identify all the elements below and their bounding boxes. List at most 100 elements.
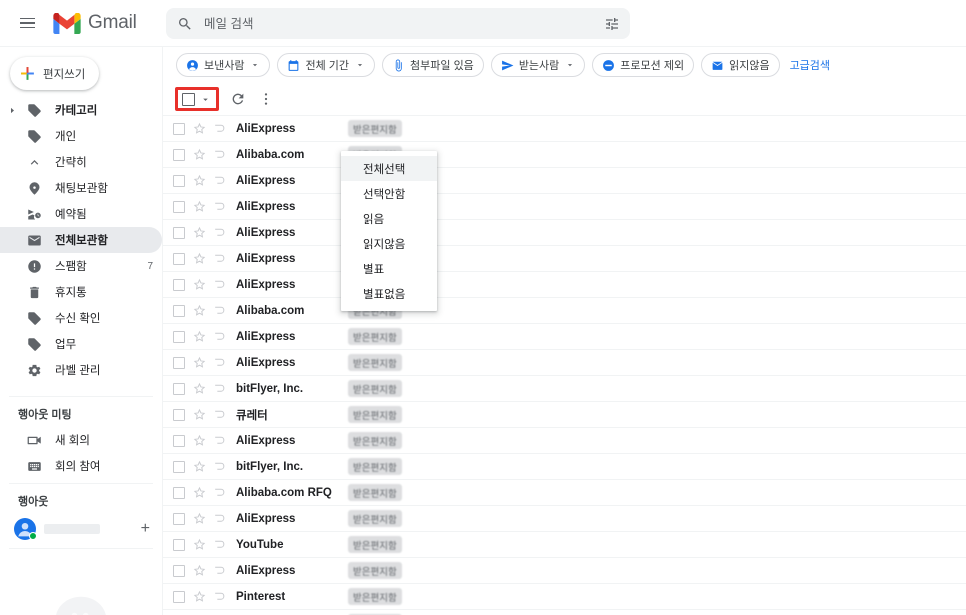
row-checkbox[interactable] (173, 148, 185, 161)
chevron-down-icon[interactable] (200, 94, 211, 105)
star-icon[interactable] (193, 148, 207, 161)
star-icon[interactable] (193, 590, 207, 603)
table-row[interactable]: AliE 받은편지함 (163, 609, 966, 615)
table-row[interactable]: Alibaba.com RFQ 받은편지함 (163, 479, 966, 505)
important-marker-icon[interactable] (213, 408, 227, 421)
avatar[interactable] (14, 518, 37, 540)
table-row[interactable]: AliExpress 받은편지함 (163, 167, 966, 193)
compose-button[interactable]: 편지쓰기 (10, 57, 99, 90)
important-marker-icon[interactable] (213, 278, 227, 291)
important-marker-icon[interactable] (213, 226, 227, 239)
row-checkbox[interactable] (173, 226, 185, 239)
table-row[interactable]: Pinterest 받은편지함 (163, 583, 966, 609)
star-icon[interactable] (193, 122, 207, 135)
row-checkbox[interactable] (173, 278, 185, 291)
star-icon[interactable] (193, 538, 207, 551)
sidebar-item-spam[interactable]: 스팸함 7 (0, 253, 162, 279)
star-icon[interactable] (193, 278, 207, 291)
sidebar-item-trash[interactable]: 휴지통 (0, 279, 162, 305)
row-checkbox[interactable] (173, 434, 185, 447)
star-icon[interactable] (193, 330, 207, 343)
table-row[interactable]: AliExpress 받은편지함 (163, 557, 966, 583)
sidebar-item-work[interactable]: 업무 (0, 331, 162, 357)
important-marker-icon[interactable] (213, 486, 227, 499)
important-marker-icon[interactable] (213, 512, 227, 525)
table-row[interactable]: Alibaba.com 받은편지함 (163, 297, 966, 323)
chip-from[interactable]: 보낸사람 (176, 53, 271, 77)
star-icon[interactable] (193, 382, 207, 395)
star-icon[interactable] (193, 200, 207, 213)
row-checkbox[interactable] (173, 382, 185, 395)
menu-item-select-none[interactable]: 선택안함 (341, 181, 437, 206)
more-vertical-icon[interactable] (253, 86, 279, 112)
sidebar-item-categories[interactable]: 카테고리 (0, 97, 162, 123)
row-checkbox[interactable] (173, 356, 185, 369)
row-checkbox[interactable] (173, 564, 185, 577)
star-icon[interactable] (193, 434, 207, 447)
row-checkbox[interactable] (173, 408, 185, 421)
gmail-brand[interactable]: Gmail (53, 12, 137, 34)
star-icon[interactable] (193, 304, 207, 317)
table-row[interactable]: AliExpress 받은편지함 (163, 349, 966, 375)
star-icon[interactable] (193, 486, 207, 499)
row-checkbox[interactable] (173, 174, 185, 187)
table-row[interactable]: bitFlyer, Inc. 받은편지함 (163, 375, 966, 401)
menu-item-select-all[interactable]: 전체선택 (341, 156, 437, 181)
row-checkbox[interactable] (173, 330, 185, 343)
important-marker-icon[interactable] (213, 200, 227, 213)
star-icon[interactable] (193, 564, 207, 577)
menu-item-starred[interactable]: 별표 (341, 256, 437, 281)
important-marker-icon[interactable] (213, 330, 227, 343)
chevron-right-icon[interactable] (8, 106, 17, 115)
advanced-search-link[interactable]: 고급검색 (790, 57, 830, 73)
table-row[interactable]: AliExpress 받은편지함 (163, 245, 966, 271)
add-contact-button[interactable]: + (141, 521, 150, 537)
important-marker-icon[interactable] (213, 122, 227, 135)
star-icon[interactable] (193, 174, 207, 187)
row-checkbox[interactable] (173, 512, 185, 525)
table-row[interactable]: YouTube 받은편지함 (163, 531, 966, 557)
sidebar-item-collapse[interactable]: 간략히 (0, 149, 162, 175)
important-marker-icon[interactable] (213, 174, 227, 187)
table-row[interactable]: AliExpress 받은편지함 (163, 271, 966, 297)
tune-icon[interactable] (604, 16, 620, 32)
menu-item-read[interactable]: 읽음 (341, 206, 437, 231)
important-marker-icon[interactable] (213, 304, 227, 317)
important-marker-icon[interactable] (213, 252, 227, 265)
sidebar-item-receipt-check[interactable]: 수신 확인 (0, 305, 162, 331)
important-marker-icon[interactable] (213, 590, 227, 603)
hangouts-account-row[interactable]: + (0, 514, 162, 544)
star-icon[interactable] (193, 408, 207, 421)
important-marker-icon[interactable] (213, 356, 227, 369)
star-icon[interactable] (193, 460, 207, 473)
sidebar-item-chats[interactable]: 채팅보관함 (0, 175, 162, 201)
row-checkbox[interactable] (173, 304, 185, 317)
table-row[interactable]: Alibaba.com 받은편지함 (163, 141, 966, 167)
chip-has-attachment[interactable]: 첨부파일 있음 (382, 53, 484, 77)
important-marker-icon[interactable] (213, 460, 227, 473)
table-row[interactable]: AliExpress 받은편지함 (163, 505, 966, 531)
row-checkbox[interactable] (173, 122, 185, 135)
table-row[interactable]: bitFlyer, Inc. 받은편지함 (163, 453, 966, 479)
select-all-checkbox[interactable] (175, 87, 219, 111)
table-row[interactable]: AliExpress 받은편지함 (163, 219, 966, 245)
important-marker-icon[interactable] (213, 382, 227, 395)
important-marker-icon[interactable] (213, 148, 227, 161)
table-row[interactable]: 큐레터 받은편지함 (163, 401, 966, 427)
sidebar-item-new-meeting[interactable]: 새 회의 (0, 427, 162, 453)
sidebar-item-manage-labels[interactable]: 라벨 관리 (0, 357, 162, 383)
important-marker-icon[interactable] (213, 434, 227, 447)
chip-to[interactable]: 받는사람 (490, 53, 586, 77)
chip-unread[interactable]: 읽지않음 (701, 53, 780, 77)
table-row[interactable]: AliExpress 받은편지함 (163, 193, 966, 219)
search-input[interactable] (204, 16, 604, 31)
sidebar-item-personal[interactable]: 개인 (0, 123, 162, 149)
chip-exclude-promotions[interactable]: 프로모션 제외 (592, 53, 695, 77)
row-checkbox[interactable] (173, 590, 185, 603)
checkbox-square-icon[interactable] (182, 92, 195, 106)
table-row[interactable]: AliExpress 받은편지함 (163, 115, 966, 141)
hamburger-icon[interactable] (10, 6, 44, 40)
sidebar-item-join-meeting[interactable]: 회의 참여 (0, 453, 162, 479)
important-marker-icon[interactable] (213, 564, 227, 577)
search-bar[interactable] (166, 8, 630, 39)
